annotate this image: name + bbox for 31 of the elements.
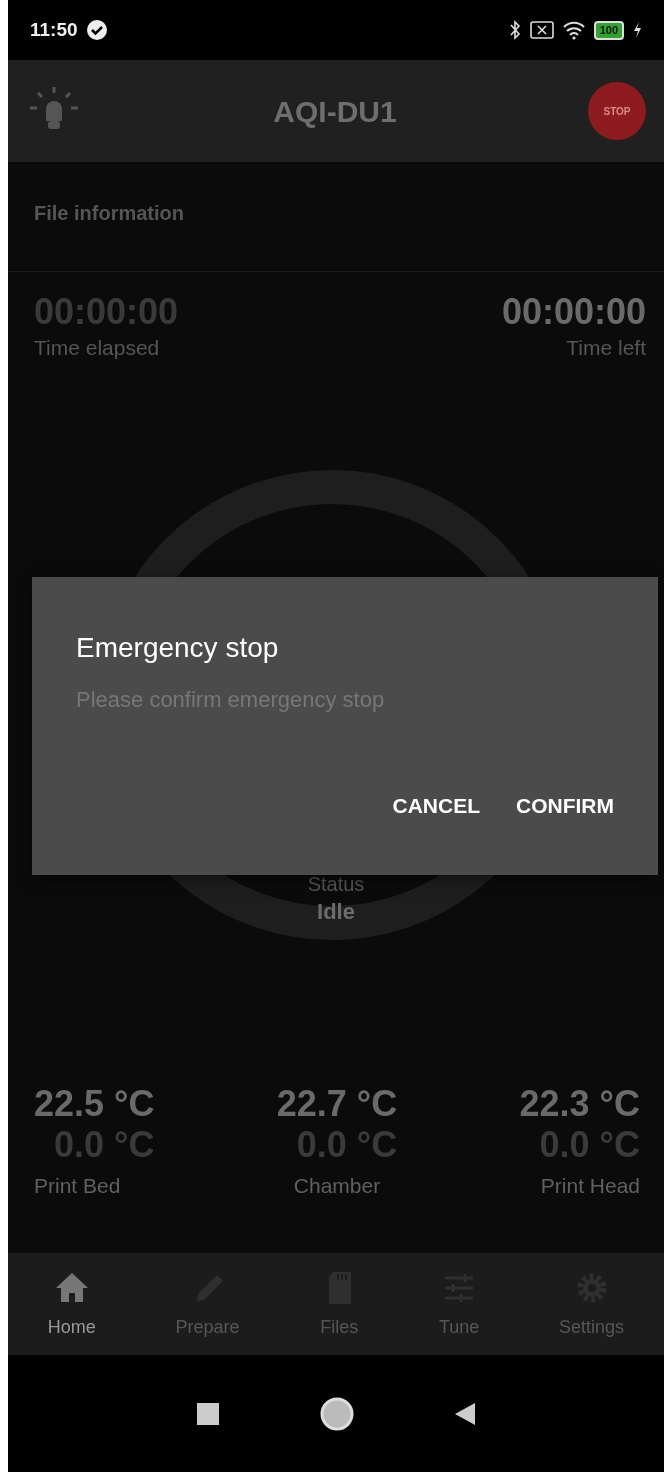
app-title: AQI-DU1	[273, 93, 397, 130]
nav-tab[interactable]: Prepare	[171, 1259, 244, 1349]
nav-tab[interactable]: Files	[315, 1259, 364, 1349]
nav-tab[interactable]: Tune	[435, 1259, 484, 1349]
timer-label: Time elapsed	[34, 334, 161, 361]
status-value: Idle	[317, 899, 355, 925]
temperature-label: Print Head	[540, 1172, 640, 1199]
temperature-label: Chamber	[293, 1172, 381, 1199]
confirm-button[interactable]: CONFIRM	[510, 782, 620, 830]
timer-value: 00:00:00	[501, 292, 646, 332]
dialog-title: Emergency stop	[76, 631, 280, 665]
wifi-icon	[561, 20, 586, 40]
status-label: Status	[307, 873, 365, 896]
recents-icon[interactable]	[196, 1401, 220, 1426]
home-circle-icon[interactable]	[320, 1396, 354, 1431]
temperature-label: Print Bed	[34, 1172, 121, 1199]
temperature-reading: 22.3 °C	[519, 1083, 640, 1125]
bluetooth-icon	[507, 19, 522, 41]
nav-tab[interactable]: Home	[43, 1259, 100, 1349]
nav-tab[interactable]: Settings	[555, 1259, 629, 1349]
back-icon[interactable]	[454, 1401, 476, 1426]
check-circle-icon	[85, 19, 108, 41]
battery-level: 100	[593, 20, 624, 40]
temperature-reading: 22.5 °C	[34, 1083, 155, 1125]
stop-button[interactable]: STOP	[588, 82, 646, 140]
clock-text: 11:50	[30, 17, 78, 42]
no-sim-icon	[529, 21, 554, 39]
temperature-reading: 22.7 °C	[276, 1083, 398, 1125]
section-title: File information	[34, 202, 184, 224]
timer-label: Time left	[566, 334, 646, 361]
cancel-button[interactable]: CANCEL	[386, 782, 486, 830]
